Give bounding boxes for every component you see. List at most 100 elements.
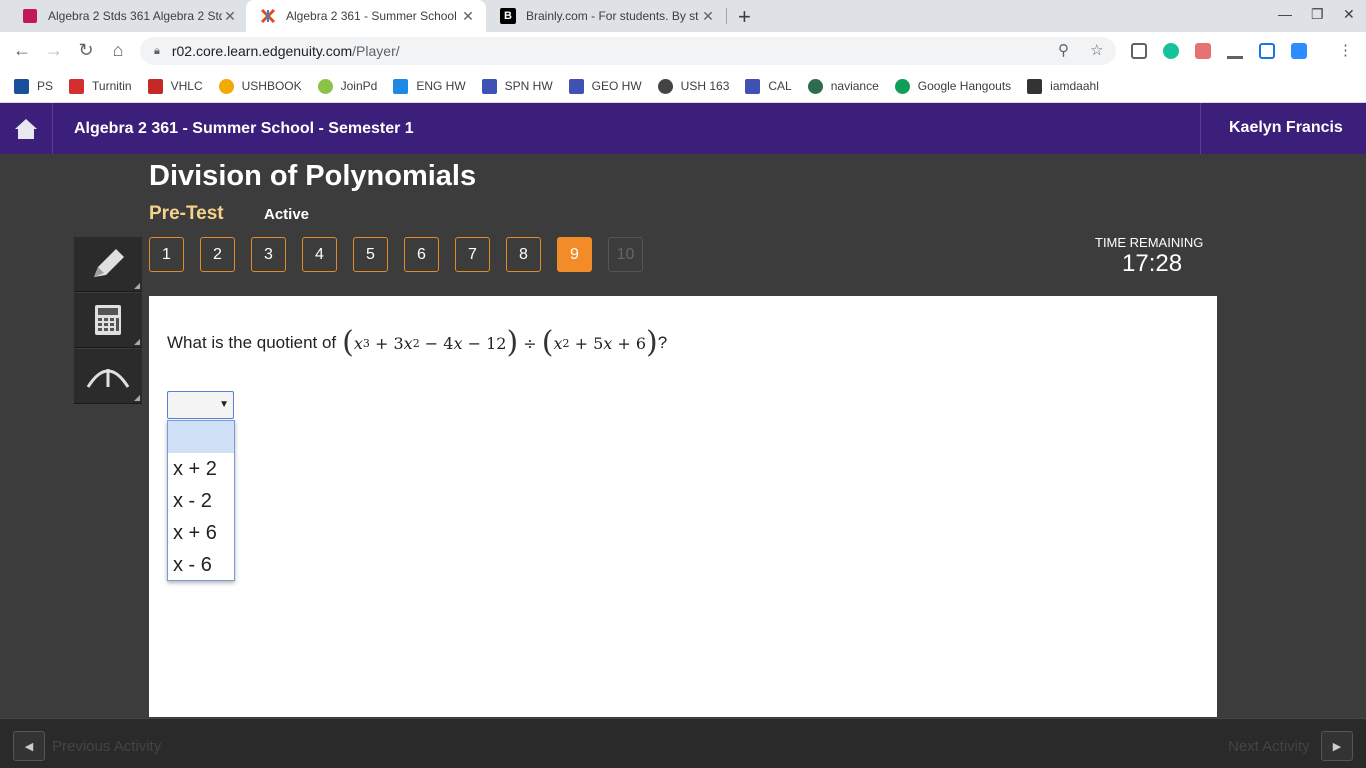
browser-tab-1[interactable]: Algebra 2 Stds 361 Algebra 2 Std ✕ bbox=[8, 0, 248, 32]
course-title: Algebra 2 361 - Summer School - Semester… bbox=[74, 120, 414, 137]
browser-tab-3[interactable]: B Brainly.com - For students. By st ✕ bbox=[486, 0, 726, 32]
close-icon[interactable]: ✕ bbox=[700, 8, 716, 25]
tab-title: Algebra 2 Stds 361 Algebra 2 Std bbox=[48, 9, 222, 23]
activity-type: Pre-Test bbox=[149, 203, 224, 224]
bookmark-icon bbox=[218, 78, 234, 94]
url-host: r02.core.learn.edgenuity.com bbox=[171, 43, 353, 59]
graphing-tool[interactable] bbox=[74, 349, 142, 404]
extension-badge-icon[interactable] bbox=[1195, 43, 1211, 59]
bookmark-item[interactable]: CAL bbox=[745, 78, 792, 94]
question-button[interactable]: 6 bbox=[404, 237, 439, 272]
question-panel: What is the quotient of (x 3 + 3x2 − 4x −… bbox=[149, 296, 1217, 717]
google-docs-icon bbox=[481, 78, 497, 94]
answer-dropdown[interactable]: ▼ bbox=[167, 391, 234, 419]
star-icon[interactable]: ☆ bbox=[1090, 41, 1103, 59]
zoom-icon[interactable]: ⚲ bbox=[1058, 41, 1069, 59]
lesson-title: Division of Polynomials bbox=[149, 160, 477, 192]
reload-icon[interactable]: ↻ bbox=[74, 40, 98, 61]
question-text: What is the quotient of (x 3 + 3x2 − 4x −… bbox=[167, 328, 667, 358]
bookmarks-bar: PS Turnitin VHLC USHBOOK JoinPd ENG HW S… bbox=[0, 70, 1366, 103]
next-activity-label: Next Activity bbox=[1228, 738, 1310, 755]
wordpress-icon bbox=[1027, 78, 1043, 94]
close-icon[interactable]: ✕ bbox=[460, 8, 476, 25]
tab-favicon-icon bbox=[22, 8, 38, 24]
question-button[interactable]: 7 bbox=[455, 237, 490, 272]
bookmark-item[interactable]: GEO HW bbox=[568, 78, 642, 94]
question-expression: (x 3 + 3x2 − 4x − 12) ÷ (x 2 + 5x + 6) bbox=[342, 325, 658, 360]
hangouts-icon bbox=[894, 78, 910, 94]
tab-strip: Algebra 2 Stds 361 Algebra 2 Std ✕ Algeb… bbox=[0, 0, 1366, 32]
dropdown-option[interactable]: x + 2 bbox=[168, 453, 234, 485]
question-button[interactable]: 2 bbox=[200, 237, 235, 272]
pencil-icon bbox=[94, 249, 124, 277]
bookmark-item[interactable]: Turnitin bbox=[69, 78, 132, 94]
question-button[interactable]: 1 bbox=[149, 237, 184, 272]
bookmark-item[interactable]: iamdaahl bbox=[1027, 78, 1099, 94]
back-icon[interactable]: ← bbox=[10, 40, 34, 61]
tab-separator bbox=[726, 8, 727, 24]
browser-toolbar: ← → ↻ ⌂ 🔒︎ r02.core.learn.edgenuity.com /… bbox=[0, 32, 1366, 70]
dropdown-option[interactable]: x - 2 bbox=[168, 485, 234, 517]
next-activity-button[interactable]: ▶ bbox=[1321, 731, 1353, 761]
home-icon[interactable]: ⌂ bbox=[106, 40, 130, 61]
highlighter-tool[interactable] bbox=[74, 237, 142, 292]
bookmark-item[interactable]: naviance bbox=[807, 78, 879, 94]
bookmark-item[interactable]: USH 163 bbox=[657, 78, 729, 94]
bookmark-icon bbox=[317, 78, 333, 94]
google-docs-icon bbox=[745, 78, 761, 94]
home-button[interactable] bbox=[0, 103, 53, 154]
tab-favicon-icon: B bbox=[500, 8, 516, 24]
user-name[interactable]: Kaelyn Francis bbox=[1200, 103, 1366, 154]
bookmark-icon bbox=[147, 78, 163, 94]
bookmark-item[interactable]: JoinPd bbox=[317, 78, 377, 94]
question-button-disabled: 10 bbox=[608, 237, 643, 272]
activity-status: Active bbox=[264, 206, 310, 223]
graph-curve-icon bbox=[86, 369, 130, 388]
previous-activity-button[interactable]: ◀ bbox=[13, 731, 45, 761]
question-button[interactable]: 3 bbox=[251, 237, 286, 272]
zoom-app-icon[interactable] bbox=[1291, 43, 1307, 59]
restore-icon[interactable]: ❐ bbox=[1311, 6, 1324, 23]
google-docs-icon bbox=[568, 78, 584, 94]
timer: 17:28 bbox=[1122, 250, 1183, 277]
question-suffix: ? bbox=[657, 333, 668, 352]
calculator-tool[interactable] bbox=[74, 293, 142, 348]
triangle-right-icon: ▶ bbox=[1332, 740, 1342, 753]
dropdown-option[interactable]: x + 6 bbox=[168, 517, 234, 549]
question-button[interactable]: 8 bbox=[506, 237, 541, 272]
close-icon[interactable]: ✕ bbox=[222, 8, 238, 25]
bookmark-item[interactable]: VHLC bbox=[147, 78, 203, 94]
menu-icon[interactable]: ⋮ bbox=[1338, 41, 1353, 59]
minimize-icon[interactable]: — bbox=[1278, 6, 1292, 22]
bookmark-item[interactable]: PS bbox=[14, 78, 53, 94]
bookmark-item[interactable]: SPN HW bbox=[481, 78, 553, 94]
question-navigation: 1 2 3 4 5 6 7 8 9 10 bbox=[149, 237, 659, 272]
question-button[interactable]: 4 bbox=[302, 237, 337, 272]
globe-icon bbox=[657, 78, 673, 94]
question-button[interactable]: 5 bbox=[353, 237, 388, 272]
calculator-icon bbox=[95, 305, 121, 335]
question-button-current[interactable]: 9 bbox=[557, 237, 592, 272]
address-bar[interactable]: 🔒︎ r02.core.learn.edgenuity.com/Player/ bbox=[140, 37, 1116, 65]
browser-tab-2[interactable]: Algebra 2 361 - Summer School ✕ bbox=[246, 0, 486, 32]
dropdown-option-blank[interactable] bbox=[168, 421, 234, 453]
dropdown-option[interactable]: x - 6 bbox=[168, 549, 234, 581]
tab-title: Algebra 2 361 - Summer School bbox=[286, 9, 457, 23]
tab-title: Brainly.com - For students. By st bbox=[526, 9, 699, 23]
forward-icon[interactable]: → bbox=[42, 40, 66, 61]
bookmark-icon bbox=[14, 78, 29, 94]
google-drive-icon bbox=[393, 78, 409, 94]
extension-icon[interactable] bbox=[1131, 43, 1147, 59]
tool-panel bbox=[74, 237, 142, 405]
timer-label: TIME REMAINING bbox=[1095, 235, 1204, 250]
previous-activity-label: Previous Activity bbox=[52, 738, 162, 755]
new-tab-button[interactable]: + bbox=[738, 4, 751, 30]
extension-icon[interactable] bbox=[1259, 43, 1275, 59]
bookmark-item[interactable]: Google Hangouts bbox=[894, 78, 1011, 94]
close-window-icon[interactable]: ✕ bbox=[1343, 6, 1355, 23]
bookmark-item[interactable]: USHBOOK bbox=[218, 78, 302, 94]
tab-favicon-icon bbox=[260, 8, 276, 24]
grammarly-icon[interactable] bbox=[1163, 43, 1179, 59]
extension-icon[interactable] bbox=[1227, 43, 1243, 59]
bookmark-item[interactable]: ENG HW bbox=[393, 78, 466, 94]
